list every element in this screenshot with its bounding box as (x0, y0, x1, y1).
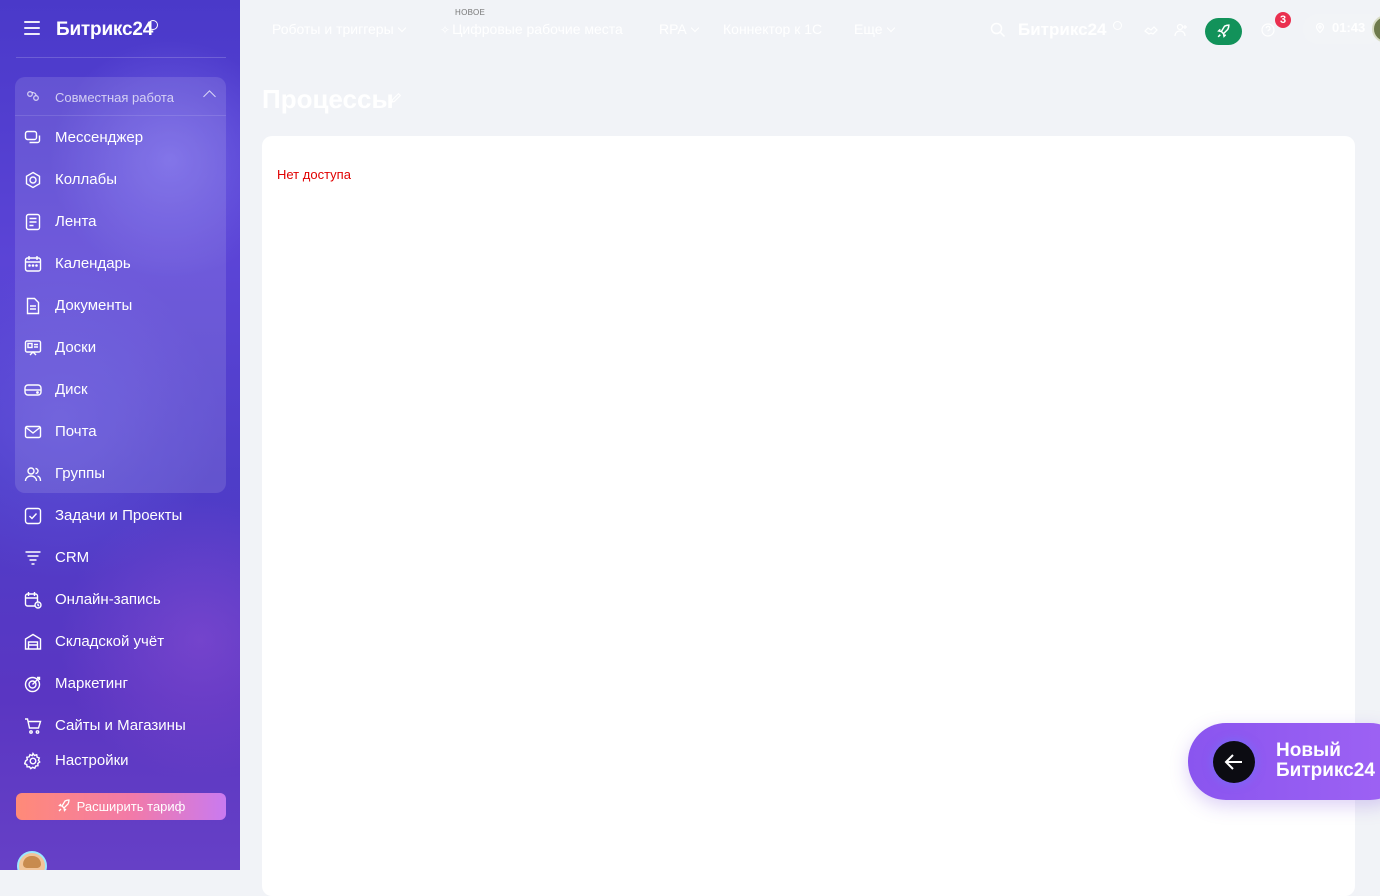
collaboration-icon (27, 91, 39, 101)
sidebar-item-label: Задачи и Проекты (55, 507, 183, 524)
collapse-chevron-icon[interactable] (203, 90, 216, 103)
promo-line-1: Новый (1276, 740, 1341, 761)
pencil-icon[interactable] (390, 92, 402, 104)
sidebar-item-crm[interactable]: CRM (0, 538, 240, 578)
upgrade-plan-label: Расширить тариф (76, 799, 186, 814)
crm-icon (25, 551, 41, 565)
chevron-down-icon (397, 23, 406, 33)
content-card: Нет доступа (262, 136, 1355, 896)
sidebar-item-label: Почта (55, 423, 97, 440)
mail-icon (24, 425, 42, 439)
top-nav-robots[interactable]: Роботы и триггеры (272, 21, 406, 37)
top-nav-label: Роботы и триггеры (272, 21, 394, 37)
sidebar-item-label: Складской учёт (55, 633, 165, 650)
user-avatar[interactable] (17, 851, 47, 870)
sidebar-item-label: Мессенджер (55, 129, 144, 146)
sidebar-item-label: Диск (55, 381, 88, 398)
arrow-left-icon (1224, 754, 1242, 770)
sidebar-item-mail[interactable]: Почта (0, 412, 240, 452)
booking-icon (24, 592, 42, 609)
sidebar-item-label: Маркетинг (55, 675, 128, 692)
brand-logo[interactable]: Битрикс24 (56, 19, 153, 41)
upgrade-plan-button[interactable]: Расширить тариф (16, 793, 226, 820)
top-nav-more[interactable]: Еще (854, 21, 895, 37)
sidebar-item-settings[interactable]: Настройки (0, 741, 240, 781)
menu-burger-icon[interactable] (24, 21, 40, 35)
handshake-icon[interactable] (1144, 23, 1158, 37)
notification-count-badge: 3 (1275, 12, 1291, 28)
rocket-icon (1217, 24, 1230, 38)
back-arrow-circle (1213, 741, 1255, 783)
sidebar-item-boards[interactable]: Доски (0, 328, 240, 368)
top-brand-logo[interactable]: Битрикс24 (1018, 20, 1106, 40)
new-badge: НОВОЕ (455, 8, 486, 17)
sidebar-item-label: Документы (55, 297, 133, 314)
time-text: 01:43 (1332, 20, 1366, 35)
brand-clock-icon (148, 20, 158, 30)
time-tracker[interactable]: 01:43 (1303, 14, 1380, 44)
sidebar-item-documents[interactable]: Документы (0, 286, 240, 326)
collaboration-group-label: Совместная работа (55, 90, 174, 105)
groups-icon (24, 467, 42, 482)
gear-icon (24, 752, 41, 770)
rocket-icon (57, 799, 70, 812)
promo-line-2: Битрикс24 (1276, 760, 1375, 781)
help-icon[interactable] (1261, 23, 1275, 37)
shop-icon (25, 718, 42, 734)
top-nav-1c-connector[interactable]: Коннектор к 1С (723, 21, 822, 37)
sidebar-item-label: Коллабы (55, 171, 117, 188)
top-nav-label: Цифровые рабочие места (452, 21, 623, 37)
sidebar-item-label: CRM (55, 549, 90, 566)
sidebar-divider (16, 57, 226, 58)
sparkle-icon: ✧ (440, 23, 451, 37)
sidebar-item-label: Календарь (55, 255, 131, 272)
collabs-icon (25, 171, 41, 189)
sidebar-item-label: Настройки (55, 752, 129, 769)
top-nav-label: RPA (659, 21, 687, 37)
feed-icon (25, 213, 41, 231)
promo-text: Новый Битрикс24 (1276, 741, 1375, 781)
rocket-button[interactable] (1205, 18, 1242, 45)
chevron-down-icon (690, 23, 699, 33)
sidebar-item-collabs[interactable]: Коллабы (0, 160, 240, 200)
collaboration-group-header[interactable]: Совместная работа (15, 77, 226, 116)
messenger-icon (24, 130, 41, 144)
left-sidebar: Битрикс24 Совместная работа Мессенджер К… (0, 0, 240, 870)
search-icon[interactable] (990, 22, 1006, 38)
top-brand-clock-icon (1113, 21, 1122, 30)
disk-icon (24, 384, 42, 396)
location-icon (1315, 23, 1325, 33)
sidebar-item-disk[interactable]: Диск (0, 370, 240, 410)
sidebar-item-marketing[interactable]: Маркетинг (0, 664, 240, 704)
sidebar-item-label: Лента (55, 213, 97, 230)
sidebar-header: Битрикс24 (0, 0, 240, 58)
top-nav-label: Еще (854, 21, 883, 37)
sidebar-item-label: Сайты и Магазины (55, 717, 186, 734)
sidebar-item-booking[interactable]: Онлайн-запись (0, 580, 240, 620)
chevron-down-icon (886, 23, 895, 33)
sidebar-item-warehouse[interactable]: Складской учёт (0, 622, 240, 662)
no-access-message: Нет доступа (277, 167, 351, 182)
top-nav-label: Коннектор к 1С (723, 21, 823, 37)
sidebar-item-feed[interactable]: Лента (0, 202, 240, 242)
documents-icon (26, 297, 40, 315)
sidebar-item-label: Доски (55, 339, 97, 356)
sidebar-item-groups[interactable]: Группы (0, 454, 240, 494)
sidebar-item-label: Группы (55, 465, 105, 482)
sidebar-item-calendar[interactable]: Календарь (0, 244, 240, 284)
new-bitrix24-promo-button[interactable]: Новый Битрикс24 (1188, 723, 1380, 800)
top-nav-rpa[interactable]: RPA (659, 21, 699, 37)
calendar-icon (24, 256, 42, 272)
page-title: Процессы (262, 84, 394, 114)
sidebar-item-tasks[interactable]: Задачи и Проекты (0, 496, 240, 536)
marketing-icon (24, 676, 41, 693)
add-user-icon[interactable] (1174, 23, 1188, 37)
sidebar-item-shop[interactable]: Сайты и Магазины (0, 706, 240, 734)
sidebar-item-label: Онлайн-запись (55, 591, 161, 608)
boards-icon (24, 340, 42, 356)
sidebar-item-messenger[interactable]: Мессенджер (0, 118, 240, 158)
warehouse-icon (24, 633, 42, 650)
tasks-icon (24, 507, 42, 525)
top-nav-digital-workplaces[interactable]: ✧ Цифровые рабочие места (440, 21, 623, 37)
